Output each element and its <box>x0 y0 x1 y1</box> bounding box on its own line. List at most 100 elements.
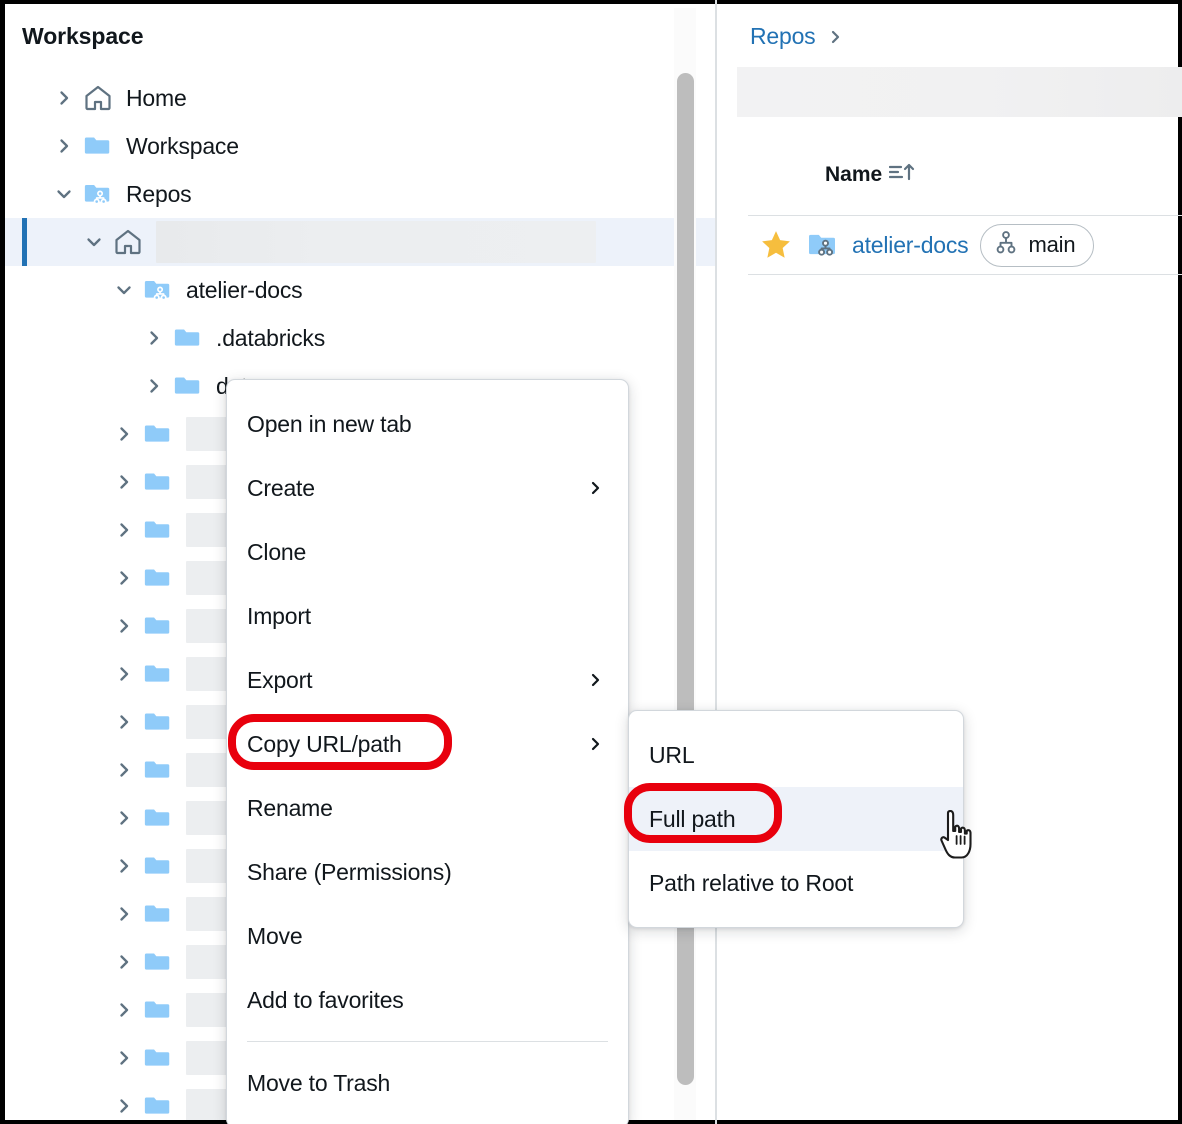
context-menu-item[interactable]: Copy URL/path <box>227 712 628 776</box>
folder-icon <box>143 707 173 737</box>
tree-row-label: atelier-docs <box>186 277 303 304</box>
folder-icon <box>143 1043 173 1073</box>
folder-icon <box>143 1091 173 1120</box>
folder-icon <box>143 803 173 833</box>
sort-ascending-icon[interactable] <box>889 161 915 189</box>
chevron-right-icon <box>588 734 604 754</box>
chevron-right-icon[interactable] <box>113 471 135 493</box>
home-icon <box>83 83 113 113</box>
breadcrumb: Repos <box>750 23 844 50</box>
branch-name: main <box>1029 232 1076 258</box>
chevron-right-icon[interactable] <box>113 519 135 541</box>
chevron-right-icon[interactable] <box>113 423 135 445</box>
submenu-item[interactable]: URL <box>629 723 963 787</box>
chevron-right-icon[interactable] <box>53 135 75 157</box>
folder-icon <box>173 371 203 401</box>
repo-icon <box>83 179 113 209</box>
chevron-right-icon[interactable] <box>113 999 135 1021</box>
chevron-right-icon[interactable] <box>53 87 75 109</box>
repo-name-link[interactable]: atelier-docs <box>852 232 969 259</box>
chevron-right-icon[interactable] <box>143 375 165 397</box>
app-window: Workspace Home Workspace Repos atelier-docs… <box>0 0 1182 1124</box>
context-menu: Open in new tab Create Clone Import Export Co… <box>226 379 629 1124</box>
context-menu-item[interactable]: Share (Permissions) <box>227 840 628 904</box>
page-title: Workspace <box>22 23 143 50</box>
chevron-right-icon[interactable] <box>113 759 135 781</box>
detail-panel: Repos Name <box>717 4 1178 1120</box>
chevron-right-icon[interactable] <box>113 855 135 877</box>
git-branch-icon <box>995 230 1019 261</box>
context-menu-item-label: Move to Trash <box>247 1070 390 1097</box>
tree-row[interactable]: .databricks <box>5 314 716 362</box>
chevron-right-icon[interactable] <box>143 327 165 349</box>
table-row[interactable]: atelier-docs main <box>748 215 1182 275</box>
context-menu-item[interactable]: Rename <box>227 776 628 840</box>
chevron-right-icon[interactable] <box>113 807 135 829</box>
chevron-right-icon[interactable] <box>113 1047 135 1069</box>
tree-row-label: Home <box>126 85 187 112</box>
folder-icon <box>173 323 203 353</box>
folder-icon <box>143 563 173 593</box>
tree-scrollbar-thumb[interactable] <box>677 73 694 1085</box>
breadcrumb-item-repos[interactable]: Repos <box>750 23 816 50</box>
context-menu-item-label: Add to favorites <box>247 987 404 1014</box>
context-menu-separator <box>247 1041 608 1042</box>
chevron-right-icon[interactable] <box>113 615 135 637</box>
context-menu-item-label: Create <box>247 475 315 502</box>
star-filled-icon[interactable] <box>748 228 803 262</box>
copy-url-path-submenu: URL Full path Path relative to Root <box>628 710 964 928</box>
context-menu-item[interactable]: Move to Trash <box>227 1051 628 1115</box>
chevron-right-icon <box>588 478 604 498</box>
submenu-item-label: Full path <box>649 806 735 833</box>
column-label-name: Name <box>825 163 882 187</box>
context-menu-item-label: Share (Permissions) <box>247 859 452 886</box>
submenu-item[interactable]: Path relative to Root <box>629 851 963 915</box>
table-column-header-name[interactable]: Name <box>825 161 915 189</box>
tree-row[interactable]: atelier-docs <box>5 266 716 314</box>
tree-row-label: Repos <box>126 181 192 208</box>
repo-icon <box>807 229 839 261</box>
tree-row[interactable]: Repos <box>5 170 716 218</box>
context-menu-item-label: Clone <box>247 539 306 566</box>
redacted-label <box>156 221 596 263</box>
folder-icon <box>143 515 173 545</box>
context-menu-item-label: Import <box>247 603 311 630</box>
chevron-down-icon[interactable] <box>83 231 105 253</box>
chevron-right-icon[interactable] <box>113 903 135 925</box>
submenu-item[interactable]: Full path <box>629 787 963 851</box>
tree-row-label: .databricks <box>216 325 325 352</box>
folder-icon <box>143 899 173 929</box>
folder-icon <box>143 851 173 881</box>
tree-row[interactable] <box>5 218 716 266</box>
folder-icon <box>143 467 173 497</box>
folder-icon <box>143 419 173 449</box>
chevron-right-icon[interactable] <box>113 951 135 973</box>
tree-row[interactable]: Workspace <box>5 122 716 170</box>
folder-icon <box>143 659 173 689</box>
context-menu-item[interactable]: Clone <box>227 520 628 584</box>
context-menu-item[interactable]: Import <box>227 584 628 648</box>
submenu-item-label: Path relative to Root <box>649 870 853 897</box>
context-menu-item[interactable]: Create <box>227 456 628 520</box>
branch-badge[interactable]: main <box>980 224 1095 267</box>
context-menu-item-label: Rename <box>247 795 333 822</box>
chevron-right-icon[interactable] <box>113 567 135 589</box>
chevron-down-icon[interactable] <box>53 183 75 205</box>
chevron-right-icon[interactable] <box>113 663 135 685</box>
context-menu-item-label: Export <box>247 667 312 694</box>
context-menu-item[interactable]: Open in new tab <box>227 392 628 456</box>
repo-icon <box>143 275 173 305</box>
context-menu-item[interactable]: Export <box>227 648 628 712</box>
context-menu-item[interactable]: Move <box>227 904 628 968</box>
tree-row-label: Workspace <box>126 133 239 160</box>
folder-icon <box>143 755 173 785</box>
context-menu-item-label: Open in new tab <box>247 411 412 438</box>
tree-row[interactable]: Home <box>5 74 716 122</box>
chevron-right-icon[interactable] <box>113 711 135 733</box>
folder-icon <box>143 995 173 1025</box>
chevron-right-icon[interactable] <box>113 1095 135 1117</box>
folder-icon <box>83 131 113 161</box>
chevron-down-icon[interactable] <box>113 279 135 301</box>
chevron-right-icon <box>588 670 604 690</box>
context-menu-item[interactable]: Add to favorites <box>227 968 628 1032</box>
